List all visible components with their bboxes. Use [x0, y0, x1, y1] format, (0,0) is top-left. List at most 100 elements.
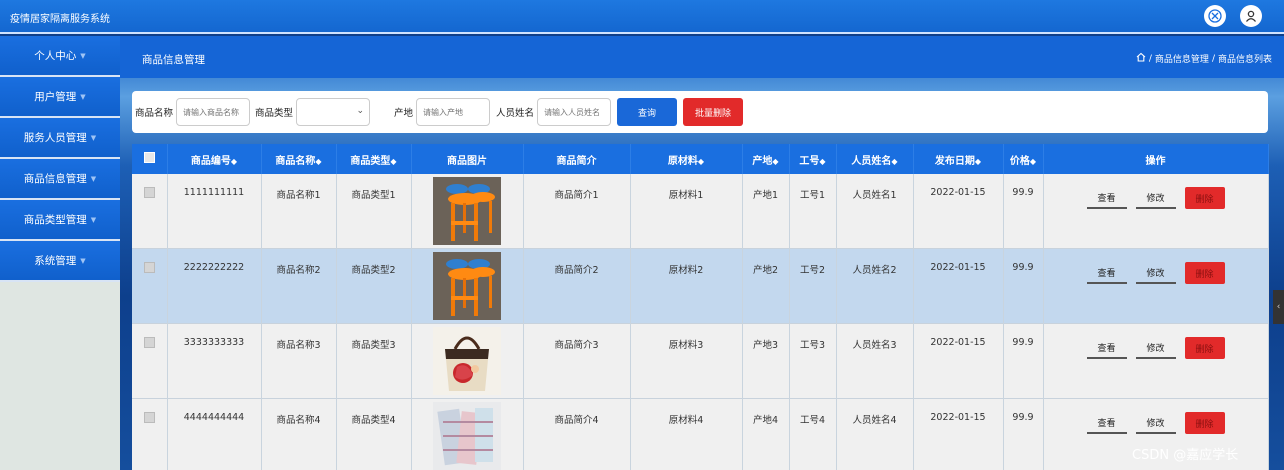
batch-delete-button[interactable]: 批量删除: [683, 98, 744, 126]
product-image-fabric-boxes: [433, 402, 501, 470]
date-cell: 2022-01-15: [913, 248, 1004, 324]
column-header-price[interactable]: 价格◆: [1003, 144, 1044, 174]
sort-icon[interactable]: ◆: [698, 157, 704, 166]
edit-button[interactable]: 修改: [1135, 337, 1176, 359]
sort-icon[interactable]: ◆: [772, 157, 778, 166]
breadcrumb: / 商品信息管理 / 商品信息列表: [1136, 52, 1272, 65]
product-image-handbag: [433, 327, 501, 395]
table-row: 3333333333 商品名称3 商品类型3 商品简介3 原材料3 产地3 工号…: [132, 323, 1269, 399]
column-header-type[interactable]: 商品类型◆: [336, 144, 412, 174]
chevron-down-icon: ▼: [90, 215, 97, 224]
sidebar-item-system[interactable]: 系统管理 ▼: [0, 241, 120, 282]
origin-input[interactable]: [416, 98, 491, 126]
delete-button[interactable]: 删除: [1184, 262, 1225, 284]
app-title: 疫情居家隔离服务系统: [10, 14, 110, 25]
view-button[interactable]: 查看: [1086, 337, 1127, 359]
home-icon[interactable]: [1136, 52, 1146, 65]
sort-icon[interactable]: ◆: [231, 157, 237, 166]
column-header-intro: 商品简介: [523, 144, 631, 174]
origin-cell: 产地3: [742, 323, 790, 399]
sort-icon[interactable]: ◆: [1030, 157, 1036, 166]
row-checkbox[interactable]: [143, 412, 155, 423]
product-name-cell: 商品名称2: [261, 248, 337, 324]
sort-icon[interactable]: ◆: [315, 157, 321, 166]
sidebar-item-service-staff[interactable]: 服务人员管理 ▼: [0, 118, 120, 159]
row-checkbox[interactable]: [143, 262, 155, 273]
fullscreen-icon[interactable]: [1204, 5, 1226, 27]
product-name-cell: 商品名称1: [261, 174, 337, 249]
user-icon[interactable]: [1240, 5, 1262, 27]
chevron-down-icon: ⌄: [356, 106, 365, 116]
sidebar-item-product-types[interactable]: 商品类型管理 ▼: [0, 200, 120, 241]
sort-icon[interactable]: ◆: [891, 157, 897, 166]
chevron-down-icon: ▼: [80, 92, 86, 101]
sidebar: 个人中心 ▼ 用户管理 ▼ 服务人员管理 ▼ 商品信息管理 ▼ 商品类型管理 ▼ 系统管理…: [0, 36, 120, 470]
sidebar-item-label: 服务人员管理: [23, 132, 87, 144]
top-bar: 疫情居家隔离服务系统: [0, 0, 1284, 34]
chevron-down-icon: ▼: [80, 256, 86, 265]
staff-name-label: 人员姓名: [496, 108, 535, 119]
product-id-cell: 1111111111: [167, 174, 262, 249]
column-header-material[interactable]: 原材料◆: [630, 144, 743, 174]
product-intro-cell: 商品简介2: [523, 248, 631, 324]
material-cell: 原材料4: [630, 398, 743, 470]
edit-button[interactable]: 修改: [1135, 262, 1176, 284]
chevron-left-icon[interactable]: ‹: [1273, 290, 1284, 324]
edit-button[interactable]: 修改: [1135, 412, 1176, 434]
job-no-cell: 工号4: [789, 398, 837, 470]
product-intro-cell: 商品简介1: [523, 174, 631, 249]
row-checkbox[interactable]: [143, 337, 155, 348]
edit-button[interactable]: 修改: [1135, 187, 1176, 209]
material-cell: 原材料2: [630, 248, 743, 324]
material-cell: 原材料3: [630, 323, 743, 399]
price-cell: 99.9: [1003, 248, 1044, 324]
column-header-image: 商品图片: [411, 144, 524, 174]
column-header-origin[interactable]: 产地◆: [742, 144, 790, 174]
select-all-checkbox[interactable]: [143, 152, 155, 163]
column-header-date[interactable]: 发布日期◆: [913, 144, 1004, 174]
column-header-name[interactable]: 商品名称◆: [261, 144, 337, 174]
sort-icon[interactable]: ◆: [975, 157, 981, 166]
breadcrumb-item: 商品信息列表: [1217, 55, 1272, 65]
sort-icon[interactable]: ◆: [819, 157, 825, 166]
material-cell: 原材料1: [630, 174, 743, 249]
origin-cell: 产地4: [742, 398, 790, 470]
date-cell: 2022-01-15: [913, 398, 1004, 470]
view-button[interactable]: 查看: [1086, 412, 1127, 434]
column-header-staff[interactable]: 人员姓名◆: [836, 144, 914, 174]
staff-name-cell: 人员姓名4: [836, 398, 914, 470]
product-intro-cell: 商品简介3: [523, 323, 631, 399]
product-image-stool: [433, 252, 501, 320]
product-name-input[interactable]: [176, 98, 251, 126]
sidebar-item-personal-center[interactable]: 个人中心 ▼: [0, 36, 120, 77]
product-intro-cell: 商品简介4: [523, 398, 631, 470]
table-row: 1111111111 商品名称1 商品类型1 商品简介1 原材料1 产地1 工号…: [132, 174, 1269, 249]
sidebar-item-products[interactable]: 商品信息管理 ▼: [0, 159, 120, 200]
origin-cell: 产地1: [742, 174, 790, 249]
column-header-id[interactable]: 商品编号◆: [167, 144, 262, 174]
product-type-select[interactable]: ⌄: [296, 98, 371, 126]
view-button[interactable]: 查看: [1086, 262, 1127, 284]
main-content: 商品信息管理 / 商品信息管理 / 商品信息列表 商品名称 商品类型 ⌄ 产地 …: [120, 36, 1284, 470]
view-button[interactable]: 查看: [1086, 187, 1127, 209]
staff-name-input[interactable]: [537, 98, 612, 126]
search-bar: 商品名称 商品类型 ⌄ 产地 人员姓名 查询 批量删除: [132, 91, 1268, 133]
staff-name-cell: 人员姓名2: [836, 248, 914, 324]
delete-button[interactable]: 删除: [1184, 187, 1225, 209]
job-no-cell: 工号2: [789, 248, 837, 324]
table-row: 4444444444 商品名称4 商品类型4 商品简介4 原材料4 产地4 工号…: [132, 398, 1269, 470]
date-cell: 2022-01-15: [913, 174, 1004, 249]
column-header-job-no[interactable]: 工号◆: [789, 144, 837, 174]
column-header-actions: 操作: [1043, 144, 1269, 174]
product-name-cell: 商品名称3: [261, 323, 337, 399]
sort-icon[interactable]: ◆: [390, 157, 396, 166]
row-checkbox[interactable]: [143, 187, 155, 198]
sidebar-item-users[interactable]: 用户管理 ▼: [0, 77, 120, 118]
delete-button[interactable]: 删除: [1184, 412, 1225, 434]
breadcrumb-item[interactable]: 商品信息管理: [1155, 52, 1209, 65]
product-image-stool: [433, 177, 501, 245]
query-button[interactable]: 查询: [617, 98, 678, 126]
product-id-cell: 4444444444: [167, 398, 262, 470]
sidebar-item-label: 用户管理: [34, 91, 77, 103]
delete-button[interactable]: 删除: [1184, 337, 1225, 359]
